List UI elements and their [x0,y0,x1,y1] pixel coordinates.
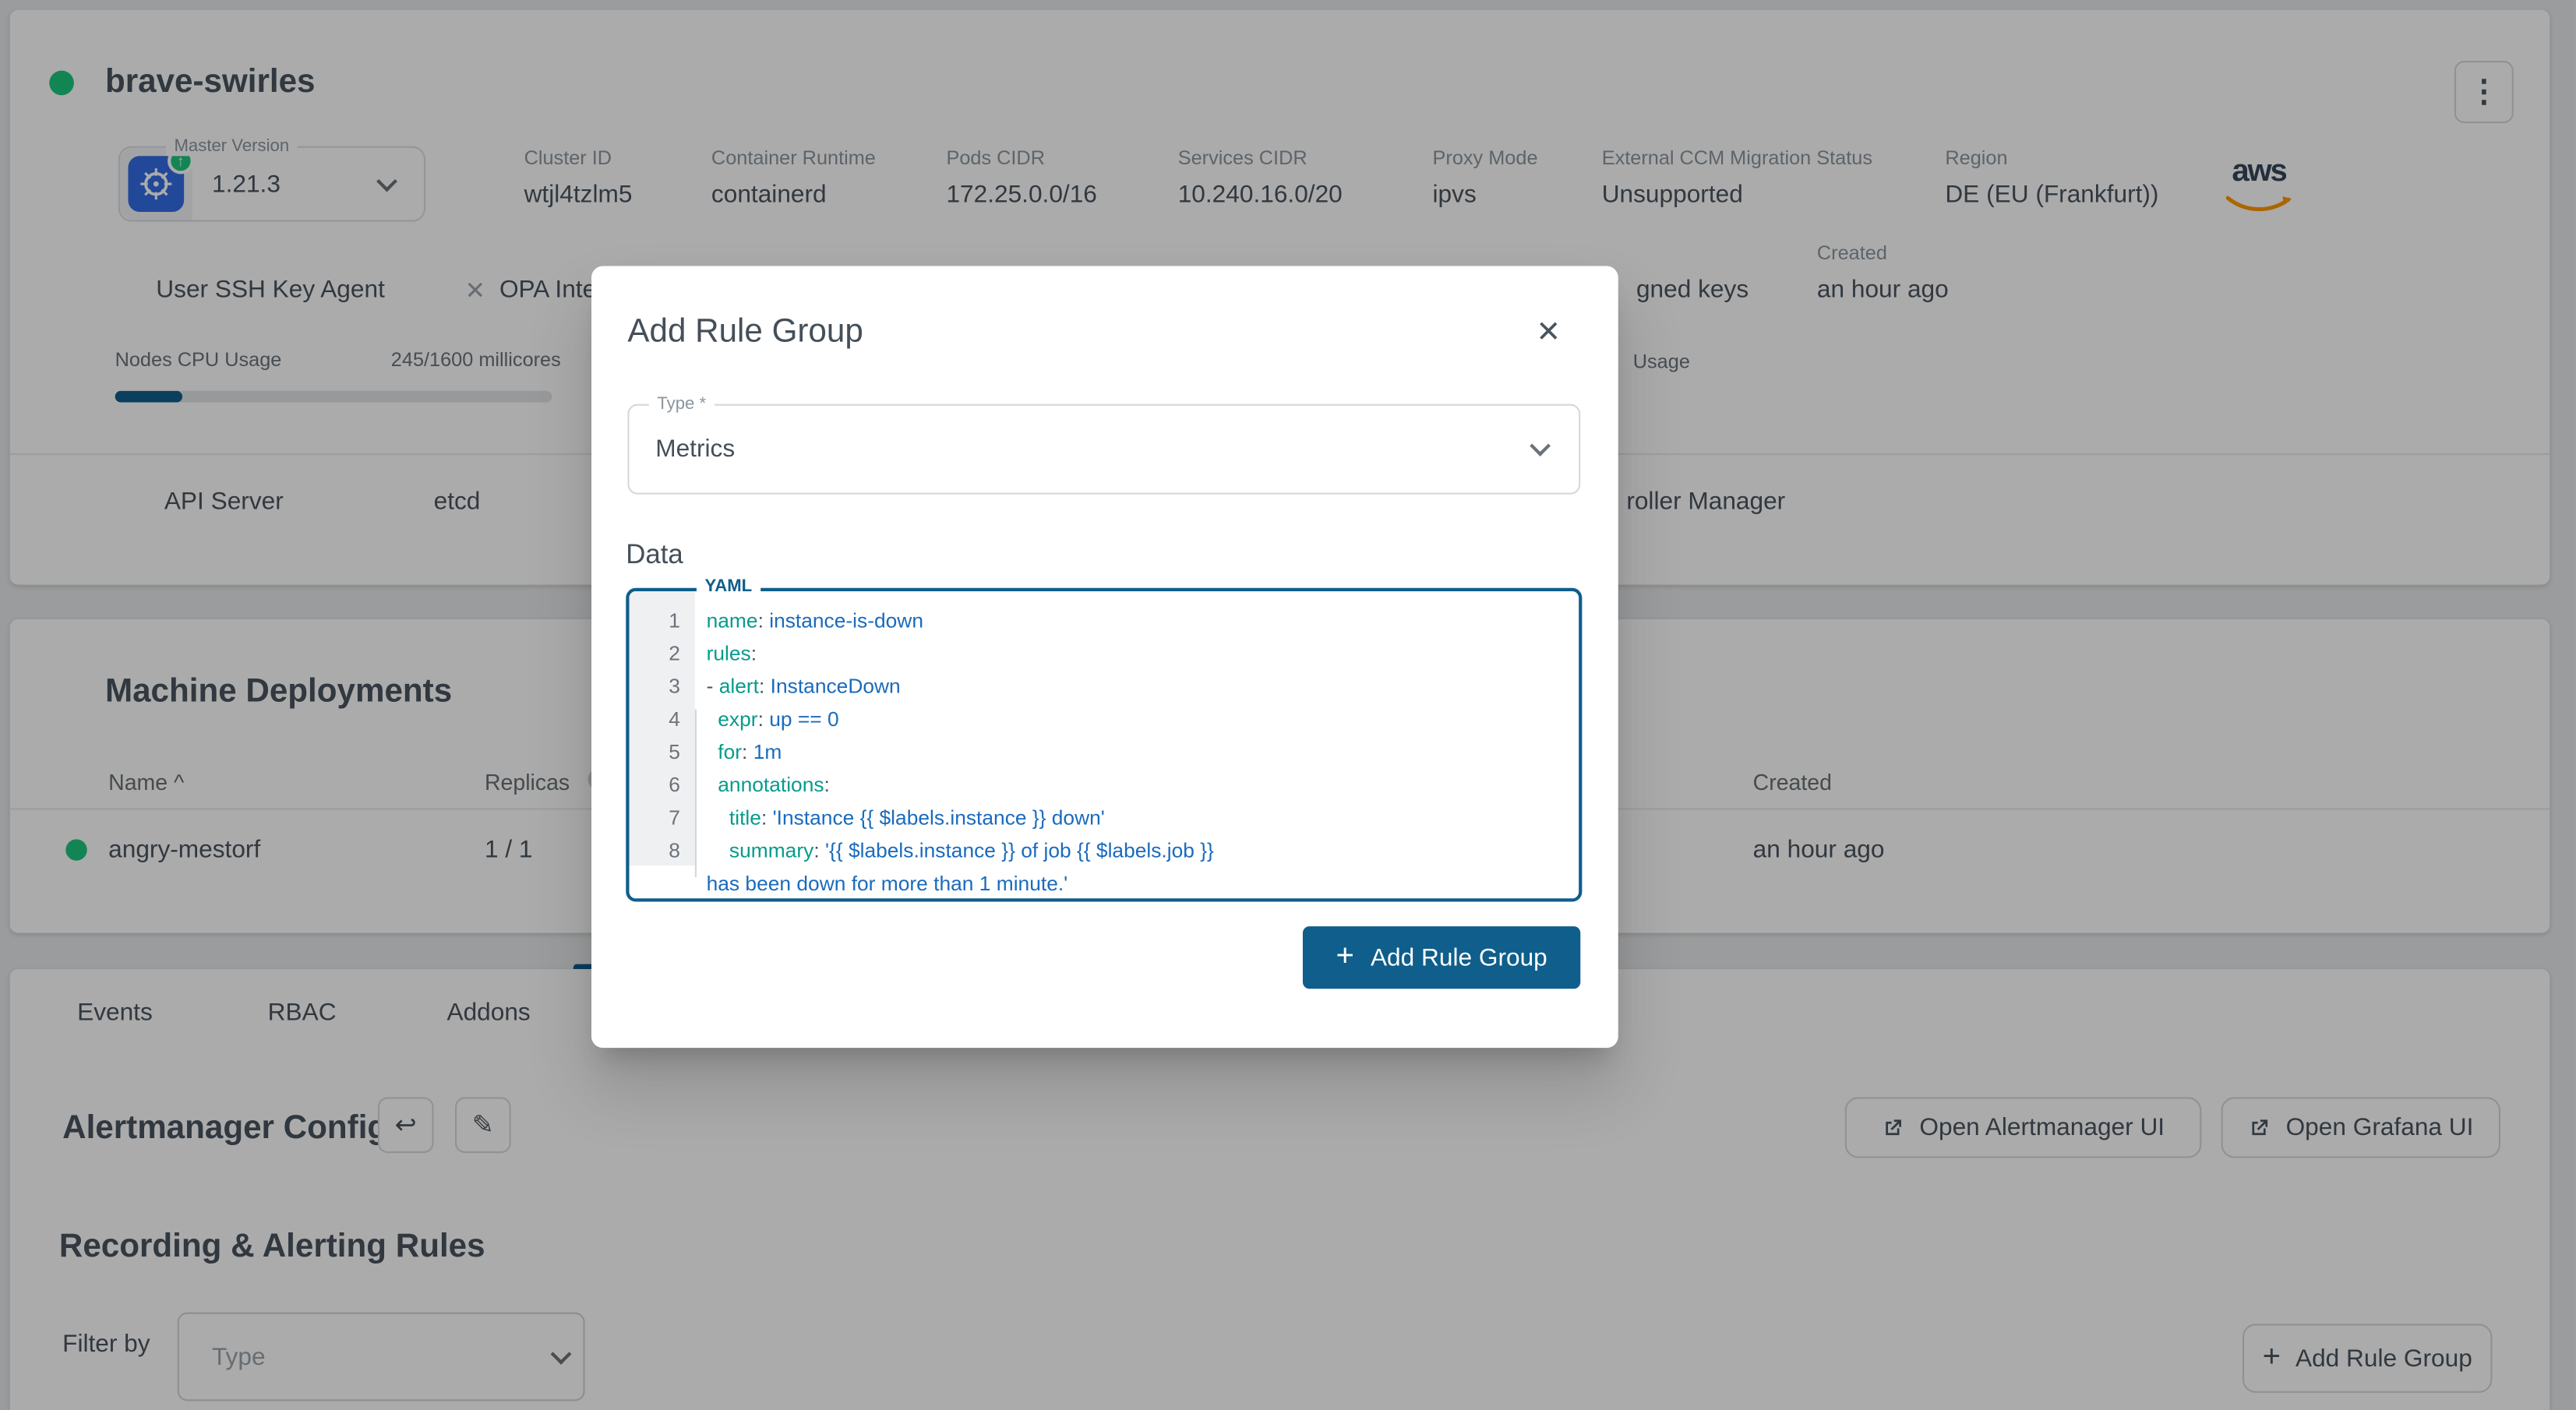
line-code: annotations: [718,774,830,797]
code-line: has been down for more than 1 minute.' [630,867,1579,900]
plus-icon: + [1336,939,1354,975]
line-number: 4 [669,707,680,731]
line-number: 2 [669,642,680,665]
line-number: 7 [669,806,680,830]
code-line: 2 rules: [630,637,1579,670]
dialog-submit-label: Add Rule Group [1370,943,1547,972]
code-line: 8 summary: '{{ $labels.instance }} of jo… [630,834,1579,867]
type-label: Type * [648,394,715,414]
dialog-add-rule-group-button[interactable]: + Add Rule Group [1302,926,1581,989]
line-code: rules: [706,642,757,665]
type-select[interactable]: Type * Metrics [627,394,1581,495]
type-value: Metrics [655,435,736,464]
code-line: 1 name: instance-is-down [630,605,1579,637]
code-lines: 1 name: instance-is-down 2 rules: 3 - alert: … [630,591,1579,900]
code-line: 6 annotations: [630,769,1579,802]
code-line: 5 for: 1m [630,736,1579,769]
line-number [630,867,695,900]
add-rule-group-dialog: Add Rule Group ✕ Type * Metrics Data YAM… [591,266,1618,1049]
code-line: 3 - alert: InstanceDown [630,670,1579,703]
data-section-label: Data [626,540,683,570]
line-number: 6 [669,774,680,797]
chevron-down-icon [1530,435,1551,456]
line-code: title: 'Instance {{ $labels.instance }} … [729,806,1105,830]
line-code: for: 1m [718,740,782,764]
line-number: 3 [669,675,680,699]
line-code: name: instance-is-down [706,609,923,633]
line-number: 1 [669,609,680,633]
app-root: brave-swirles ⋮ ↑ Master Version 1.21.3 … [0,0,2576,1410]
line-code: summary: '{{ $labels.instance }} of job … [729,839,1214,862]
close-icon[interactable]: ✕ [1536,315,1561,350]
line-number: 5 [669,740,680,764]
line-code: has been down for more than 1 minute.' [706,872,1068,896]
line-code: - alert: InstanceDown [706,675,901,699]
line-number: 8 [669,839,680,862]
code-line: 7 title: 'Instance {{ $labels.instance }… [630,802,1579,834]
code-line: 4 expr: up == 0 [630,703,1579,735]
dialog-title: Add Rule Group [627,313,863,351]
yaml-editor[interactable]: YAML 1 name: instance-is-down 2 rules: 3- al… [626,576,1583,902]
line-code: expr: up == 0 [718,707,839,731]
